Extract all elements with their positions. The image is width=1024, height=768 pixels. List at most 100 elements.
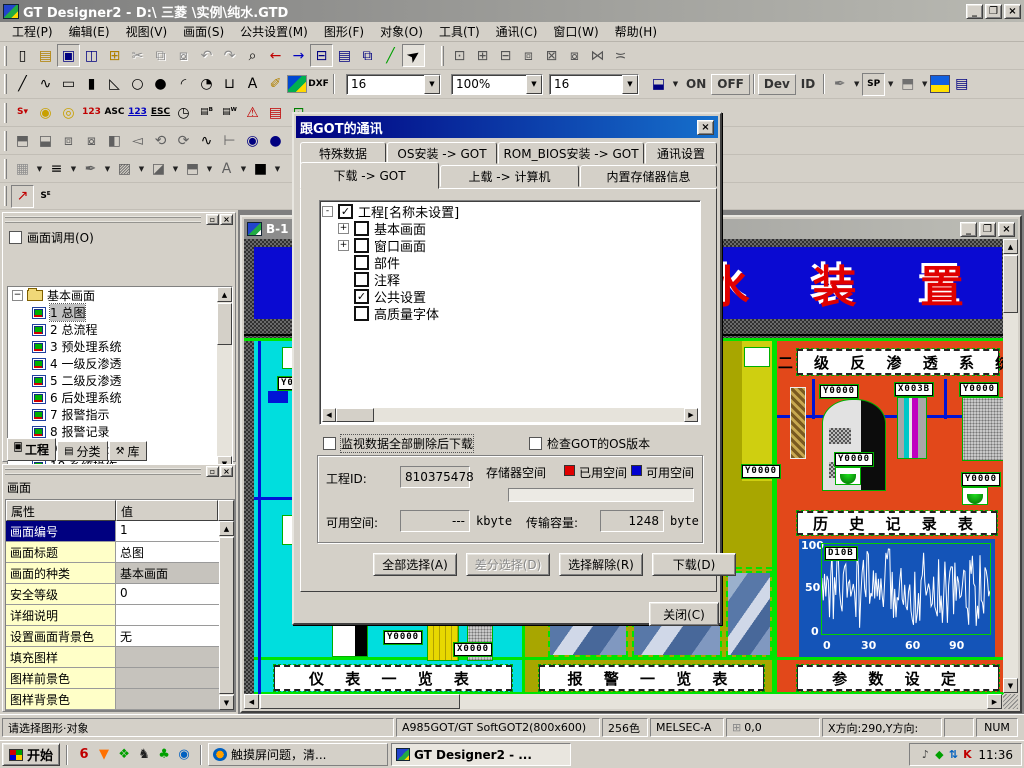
bit-lamp-icon[interactable]: ◉	[34, 101, 57, 124]
tray-antivirus-icon[interactable]: K	[960, 744, 974, 765]
line-icon[interactable]: ╱	[11, 73, 34, 96]
property-value[interactable]	[116, 689, 234, 709]
property-name[interactable]: 图样背景色	[6, 689, 116, 709]
device-toggle[interactable]: Dev	[758, 74, 796, 95]
frame-color-icon[interactable]: ◪	[147, 157, 170, 180]
alarm-list-icon[interactable]: ⚠	[241, 101, 264, 124]
property-row[interactable]: 图样背景色	[6, 689, 234, 710]
scroll-down-icon[interactable]: ▼	[219, 695, 234, 710]
property-value[interactable]: 0	[116, 584, 234, 604]
expand-icon[interactable]: -	[322, 206, 333, 217]
start-button[interactable]: 开始	[2, 743, 60, 766]
ascii-display-icon[interactable]: ASC	[103, 101, 126, 124]
new-icon[interactable]: ▯	[11, 44, 34, 67]
property-name[interactable]: 画面编号	[6, 521, 116, 541]
tab-comm-setup[interactable]: 通讯设置	[645, 142, 717, 164]
chevron-down-icon[interactable]: ▼	[885, 75, 896, 93]
column-header[interactable]: 属性	[6, 500, 116, 521]
align-right-icon[interactable]: ⊟	[494, 44, 517, 67]
screen-jump-icon[interactable]: ↗	[11, 185, 34, 208]
ascii-input-icon[interactable]: ESC	[149, 101, 172, 124]
id-toggle[interactable]: ID	[796, 74, 820, 95]
dialog-action-button[interactable]: 下载(D)	[652, 553, 736, 576]
float-button[interactable]: ▫	[206, 466, 219, 477]
rotate-right-icon[interactable]: ⟳	[172, 129, 195, 152]
panel-tab[interactable]: ▤ 分类	[57, 441, 107, 461]
text-color-icon[interactable]: A	[215, 157, 238, 180]
item-checkbox[interactable]	[354, 238, 369, 253]
menu-item[interactable]: 工具(T)	[431, 21, 488, 42]
toolbar-grip[interactable]	[441, 46, 444, 66]
item-checkbox[interactable]	[354, 255, 369, 270]
send-back-icon[interactable]: ⬓	[34, 129, 57, 152]
screen-tree-item[interactable]: 1 总图	[8, 304, 232, 321]
property-row[interactable]: 画面的种类 基本画面	[6, 563, 234, 584]
state-sequence-icon[interactable]: Sᴱ	[34, 185, 57, 208]
fill-color-icon[interactable]: ⬒	[181, 157, 204, 180]
property-value[interactable]	[116, 605, 234, 625]
toolbar-grip[interactable]	[4, 131, 7, 151]
restore-button[interactable]: ❐	[979, 222, 996, 237]
tree-folder[interactable]: − 基本画面	[8, 287, 232, 304]
line-style-icon[interactable]: ≡	[45, 157, 68, 180]
item-checkbox[interactable]	[354, 289, 369, 304]
download-tree-item[interactable]: 注释	[338, 271, 698, 288]
comment-word-icon[interactable]: ▤ᵂ	[218, 101, 241, 124]
scrollbar-thumb[interactable]	[260, 694, 460, 709]
redo-icon[interactable]: ↷	[218, 44, 241, 67]
ql-bird-icon[interactable]: ♣	[154, 744, 174, 765]
tab-special-data[interactable]: 特殊数据	[300, 142, 386, 164]
flip-vertical-icon[interactable]: ◅	[126, 129, 149, 152]
restore-button[interactable]: ❐	[985, 4, 1002, 19]
delete-before-download-checkbox[interactable]	[323, 437, 336, 450]
item-checkbox[interactable]	[338, 204, 353, 219]
item-checkbox[interactable]	[354, 272, 369, 287]
screen-image-list-icon[interactable]: ▤	[333, 44, 356, 67]
select-figure-icon[interactable]: ◉	[241, 129, 264, 152]
dxf-icon[interactable]: DXF	[307, 73, 330, 96]
property-name[interactable]: 画面的种类	[6, 563, 116, 583]
vertical-scrollbar[interactable]: ▲ ▼	[219, 521, 234, 710]
grid-style-icon[interactable]: ▦	[11, 157, 34, 180]
property-row[interactable]: 填充图样	[6, 647, 234, 668]
toolbar-grip[interactable]	[4, 74, 7, 94]
close-icon[interactable]: ×	[697, 120, 714, 135]
on-toggle[interactable]: ON	[681, 74, 711, 95]
panel-grip[interactable]	[5, 468, 201, 475]
edit-vertex-icon[interactable]: ∿	[195, 129, 218, 152]
layer-icon[interactable]: ⧉	[356, 44, 379, 67]
close-icon[interactable]: ×	[220, 466, 233, 477]
circle-icon[interactable]: ○	[126, 73, 149, 96]
menu-item[interactable]: 帮助(H)	[607, 21, 665, 42]
chevron-down-icon[interactable]: ▼	[424, 75, 440, 94]
undo-icon[interactable]: ↶	[195, 44, 218, 67]
chevron-down-icon[interactable]: ▼	[34, 160, 45, 178]
ql-qq-icon[interactable]: ♞	[134, 744, 154, 765]
sector-icon[interactable]: ◔	[195, 73, 218, 96]
screen-tree-item[interactable]: 2 总流程	[8, 321, 232, 338]
grid-color-icon[interactable]: ⬓	[647, 73, 670, 96]
scroll-up-icon[interactable]: ▲	[217, 287, 232, 302]
resize-grip[interactable]	[1003, 694, 1018, 709]
screen-tree-item[interactable]: 6 后处理系统	[8, 389, 232, 406]
tab-download-to-got[interactable]: 下载 -> GOT	[300, 162, 439, 189]
align-top-icon[interactable]: ⧈	[517, 44, 540, 67]
horizontal-scrollbar[interactable]: ◀ ▶	[322, 408, 698, 422]
toolbar-grip[interactable]	[4, 186, 7, 206]
line-width-icon[interactable]: ✒	[79, 157, 102, 180]
line-color-icon[interactable]: ✒	[828, 73, 851, 96]
zoom-combo[interactable]: 100%▼	[451, 74, 543, 95]
rect-icon[interactable]: ▭	[57, 73, 80, 96]
tab-memory-info[interactable]: 内置存储器信息	[580, 165, 717, 187]
close-icon[interactable]: ×	[220, 214, 233, 225]
chevron-down-icon[interactable]: ▼	[851, 75, 862, 93]
property-name[interactable]: 安全等级	[6, 584, 116, 604]
chevron-down-icon[interactable]: ▼	[919, 75, 930, 93]
numeric-display-icon[interactable]: 123	[80, 101, 103, 124]
flip-horizontal-icon[interactable]: ◧	[103, 129, 126, 152]
rotate-left-icon[interactable]: ⟲	[149, 129, 172, 152]
chevron-down-icon[interactable]: ▼	[204, 160, 215, 178]
polyline-icon[interactable]: ∿	[34, 73, 57, 96]
prev-screen-icon[interactable]: ←	[264, 44, 287, 67]
screen-list-icon[interactable]: ⊟	[310, 44, 333, 67]
